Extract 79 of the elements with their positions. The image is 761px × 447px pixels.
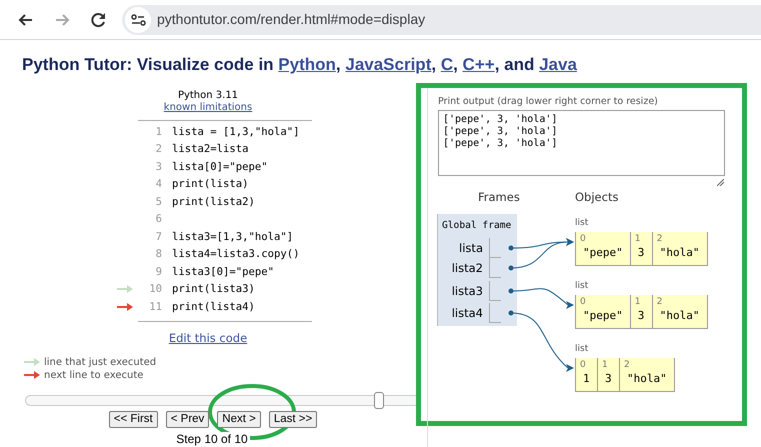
code-line: print(lista) [172, 177, 249, 192]
nav-button[interactable]: Next > [217, 410, 261, 428]
cell-value: 1 [582, 371, 590, 388]
pointer-cell [489, 303, 501, 324]
cell-index: 0 [580, 360, 587, 370]
output-line: ['pepe', 3, 'hola'] [443, 114, 558, 126]
code-line: lista4=lista3.copy() [172, 247, 300, 262]
line-number: 1 [156, 126, 162, 138]
line-number: 9 [156, 266, 162, 278]
variable-name: lista [458, 240, 483, 258]
variable-name: lista3 [450, 283, 483, 300]
frames-heading: Frames [478, 189, 520, 206]
code-line: print(lista2) [172, 194, 255, 210]
output-line: ['pepe', 3, 'hola'] [443, 126, 558, 138]
slider-thumb[interactable] [374, 392, 384, 409]
pointer-cell [489, 281, 501, 302]
language-link[interactable]: JavaScript [345, 55, 432, 74]
cell-value: 3 [636, 308, 645, 324]
cell-value: 3 [636, 245, 645, 262]
language-link[interactable]: C++ [462, 55, 495, 74]
language-link[interactable]: Python [278, 55, 336, 74]
pointer-cell [489, 258, 501, 278]
line-number: 7 [156, 230, 162, 243]
language-link[interactable]: C [440, 55, 454, 74]
code-line: lista2=lista [172, 142, 249, 158]
code-line: lista[0]="pepe" [172, 160, 268, 175]
object-type-label: list [575, 343, 588, 356]
cell-value: "hola" [626, 371, 667, 388]
line-number: 11 [149, 300, 162, 313]
variable-name: lista4 [450, 305, 483, 322]
language-label: Python 3.11 [176, 90, 240, 102]
nav-button[interactable]: < Prev [166, 410, 210, 428]
line-number: 8 [156, 248, 162, 260]
nav-button[interactable]: << First [108, 410, 158, 428]
line-number: 10 [149, 283, 162, 296]
code-line: print(lista4) [172, 300, 255, 315]
nav-button[interactable]: Last >> [268, 410, 318, 428]
language-link[interactable]: Java [539, 55, 577, 74]
cell-index: 0 [580, 234, 587, 244]
cell-index: 2 [656, 297, 664, 308]
line-number: 2 [156, 143, 162, 156]
cell-index: 1 [634, 297, 642, 308]
print-output-label: Print output (drag lower right corner to resize) [438, 95, 659, 109]
pointer-cell [489, 238, 501, 258]
address-bar[interactable]: pythontutor.com/render.html#mode=display [122, 4, 761, 34]
edit-code-link[interactable]: Edit this code [168, 330, 248, 344]
legend-text: next line to execute [44, 368, 144, 382]
known-limitations-link[interactable]: known limitations [164, 102, 252, 113]
url-text: pythontutor.com/render.html#mode=display [157, 10, 426, 29]
cell-index: 0 [580, 297, 587, 308]
code-line: print(lista3) [172, 282, 255, 298]
step-slider[interactable] [25, 394, 416, 406]
line-number: 6 [156, 213, 162, 226]
site-settings-icon[interactable] [125, 6, 151, 32]
code-line: lista3[0]="pepe" [172, 264, 274, 280]
cell-index: 1 [634, 234, 642, 244]
line-number: 3 [156, 160, 162, 173]
cell-index: 1 [602, 360, 609, 370]
legend-text: line that just executed [44, 356, 156, 369]
object-type-label: list [575, 217, 588, 230]
cell-index: 2 [624, 360, 631, 370]
page-heading: Python Tutor: Visualize code in Python, JavaScript, C, C++, and Java [22, 54, 578, 76]
line-number: 5 [156, 196, 162, 208]
cell-index: 2 [656, 234, 664, 244]
objects-heading: Objects [575, 189, 618, 206]
variable-name: lista2 [450, 260, 483, 278]
cell-value: 3 [604, 371, 612, 388]
resize-handle-icon[interactable] [717, 179, 724, 186]
cell-value: "pepe" [582, 245, 623, 262]
cell-value: "hola" [658, 308, 700, 324]
line-number: 4 [156, 178, 162, 190]
code-line: lista3=[1,3,"hola"] [172, 230, 294, 245]
object-type-label: list [575, 280, 588, 294]
cell-value: "hola" [658, 245, 700, 262]
cell-value: "pepe" [582, 308, 623, 324]
frame-title: Global frame [442, 219, 512, 234]
output-line: ['pepe', 3, 'hola'] [443, 138, 558, 150]
step-counter: Step 10 of 10 [174, 432, 250, 446]
code-line: lista = [1,3,"hola"] [172, 124, 300, 140]
